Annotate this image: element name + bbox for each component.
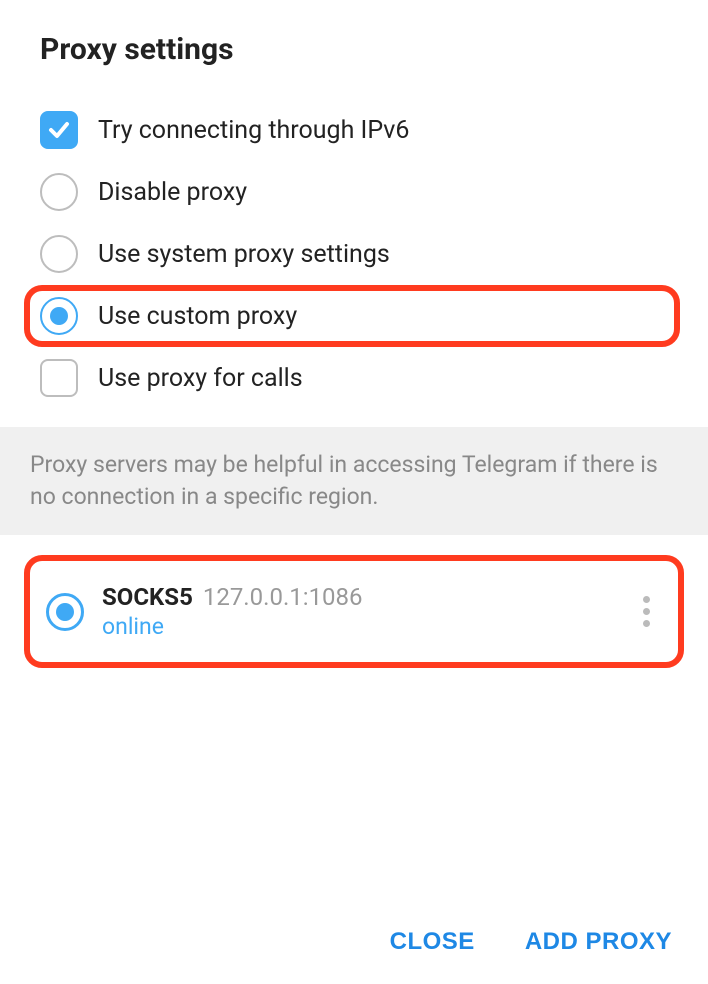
info-banner: Proxy servers may be helpful in accessin… <box>0 427 708 535</box>
add-proxy-button[interactable]: ADD PROXY <box>525 928 672 956</box>
option-disable-proxy[interactable]: Disable proxy <box>40 161 680 223</box>
radio-system-proxy[interactable] <box>40 235 78 273</box>
info-text: Proxy servers may be helpful in accessin… <box>30 449 678 513</box>
close-button[interactable]: CLOSE <box>390 928 475 956</box>
checkbox-proxy-calls[interactable] <box>40 359 78 397</box>
proxy-status: online <box>102 613 617 640</box>
option-proxy-calls-label: Use proxy for calls <box>98 364 303 393</box>
option-disable-proxy-label: Disable proxy <box>98 178 247 207</box>
more-icon[interactable] <box>635 588 658 635</box>
proxy-address: 127.0.0.1:1086 <box>203 583 363 611</box>
option-system-proxy[interactable]: Use system proxy settings <box>40 223 680 285</box>
option-ipv6[interactable]: Try connecting through IPv6 <box>40 99 680 161</box>
proxy-details: SOCKS5 127.0.0.1:1086 online <box>102 583 617 640</box>
radio-proxy-selected[interactable] <box>46 593 84 631</box>
radio-custom-proxy[interactable] <box>40 297 78 335</box>
proxy-list: SOCKS5 127.0.0.1:1086 online <box>0 535 708 688</box>
option-ipv6-label: Try connecting through IPv6 <box>98 116 409 145</box>
radio-disable-proxy[interactable] <box>40 173 78 211</box>
option-custom-proxy-label: Use custom proxy <box>98 302 297 331</box>
checkmark-icon <box>47 118 71 142</box>
option-system-proxy-label: Use system proxy settings <box>98 240 390 269</box>
dialog-footer: CLOSE ADD PROXY <box>354 900 708 984</box>
option-custom-proxy[interactable]: Use custom proxy <box>24 285 680 347</box>
page-title: Proxy settings <box>40 32 668 67</box>
proxy-type: SOCKS5 <box>102 583 193 611</box>
option-proxy-calls[interactable]: Use proxy for calls <box>40 347 680 409</box>
checkbox-ipv6[interactable] <box>40 111 78 149</box>
proxy-item[interactable]: SOCKS5 127.0.0.1:1086 online <box>24 555 684 668</box>
proxy-options: Try connecting through IPv6 Disable prox… <box>0 87 708 417</box>
